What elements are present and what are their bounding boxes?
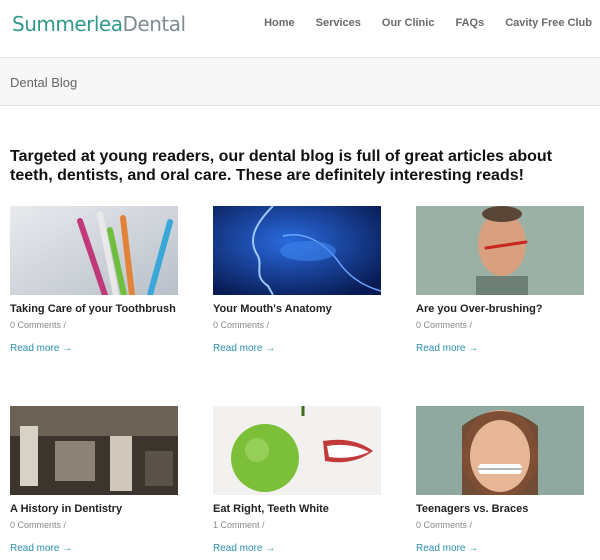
blog-card: Teenagers vs. Braces 0 Comments / Read m…	[416, 406, 584, 556]
read-more-link[interactable]: Read more →	[416, 543, 478, 554]
post-title[interactable]: Teenagers vs. Braces	[416, 501, 584, 517]
post-comments-count[interactable]: 1 Comment /	[213, 520, 381, 530]
logo-text-primary: Summerlea	[12, 12, 123, 36]
nav-our-clinic[interactable]: Our Clinic	[382, 17, 435, 29]
main-nav: Home Services Our Clinic FAQs Cavity Fre…	[243, 17, 592, 29]
post-title[interactable]: Are you Over-brushing?	[416, 301, 584, 317]
site-header: SummerleaDental Home Services Our Clinic…	[0, 0, 600, 58]
logo-text-secondary: Dental	[122, 12, 186, 36]
read-more-link[interactable]: Read more →	[10, 343, 72, 354]
site-logo[interactable]: SummerleaDental	[12, 12, 186, 36]
page-title-bar: Dental Blog	[0, 58, 600, 106]
post-title[interactable]: Your Mouth's Anatomy	[213, 301, 381, 317]
post-thumbnail-apple-smile[interactable]	[213, 406, 381, 495]
post-comments-count[interactable]: 0 Comments /	[10, 520, 178, 530]
post-title[interactable]: A History in Dentistry	[10, 501, 178, 517]
nav-home[interactable]: Home	[264, 17, 295, 29]
post-comments-count[interactable]: 0 Comments /	[416, 520, 584, 530]
page-title: Dental Blog	[10, 75, 78, 90]
post-thumbnail-toothbrushes[interactable]	[10, 206, 178, 295]
blog-card: Your Mouth's Anatomy 0 Comments / Read m…	[213, 206, 381, 356]
nav-services[interactable]: Services	[316, 17, 361, 29]
nav-cavity-free-club[interactable]: Cavity Free Club	[505, 17, 592, 29]
post-title[interactable]: Eat Right, Teeth White	[213, 501, 381, 517]
read-more-link[interactable]: Read more →	[213, 543, 275, 554]
read-more-link[interactable]: Read more →	[10, 543, 72, 554]
post-comments-count[interactable]: 0 Comments /	[416, 320, 584, 330]
post-comments-count[interactable]: 0 Comments /	[213, 320, 381, 330]
post-thumbnail-dentistry-history[interactable]	[10, 406, 178, 495]
post-title[interactable]: Taking Care of your Toothbrush	[10, 301, 178, 317]
post-thumbnail-mouth-anatomy[interactable]	[213, 206, 381, 295]
blog-card: Eat Right, Teeth White 1 Comment / Read …	[213, 406, 381, 556]
post-comments-count[interactable]: 0 Comments /	[10, 320, 178, 330]
nav-faqs[interactable]: FAQs	[455, 17, 484, 29]
blog-card: Are you Over-brushing? 0 Comments / Read…	[416, 206, 584, 356]
read-more-link[interactable]: Read more →	[213, 343, 275, 354]
blog-card: A History in Dentistry 0 Comments / Read…	[10, 406, 178, 556]
read-more-link[interactable]: Read more →	[416, 343, 478, 354]
post-thumbnail-braces[interactable]	[416, 406, 584, 495]
post-thumbnail-overbrushing[interactable]	[416, 206, 584, 295]
blog-intro: Targeted at young readers, our dental bl…	[10, 148, 553, 184]
blog-card: Taking Care of your Toothbrush 0 Comment…	[10, 206, 178, 356]
